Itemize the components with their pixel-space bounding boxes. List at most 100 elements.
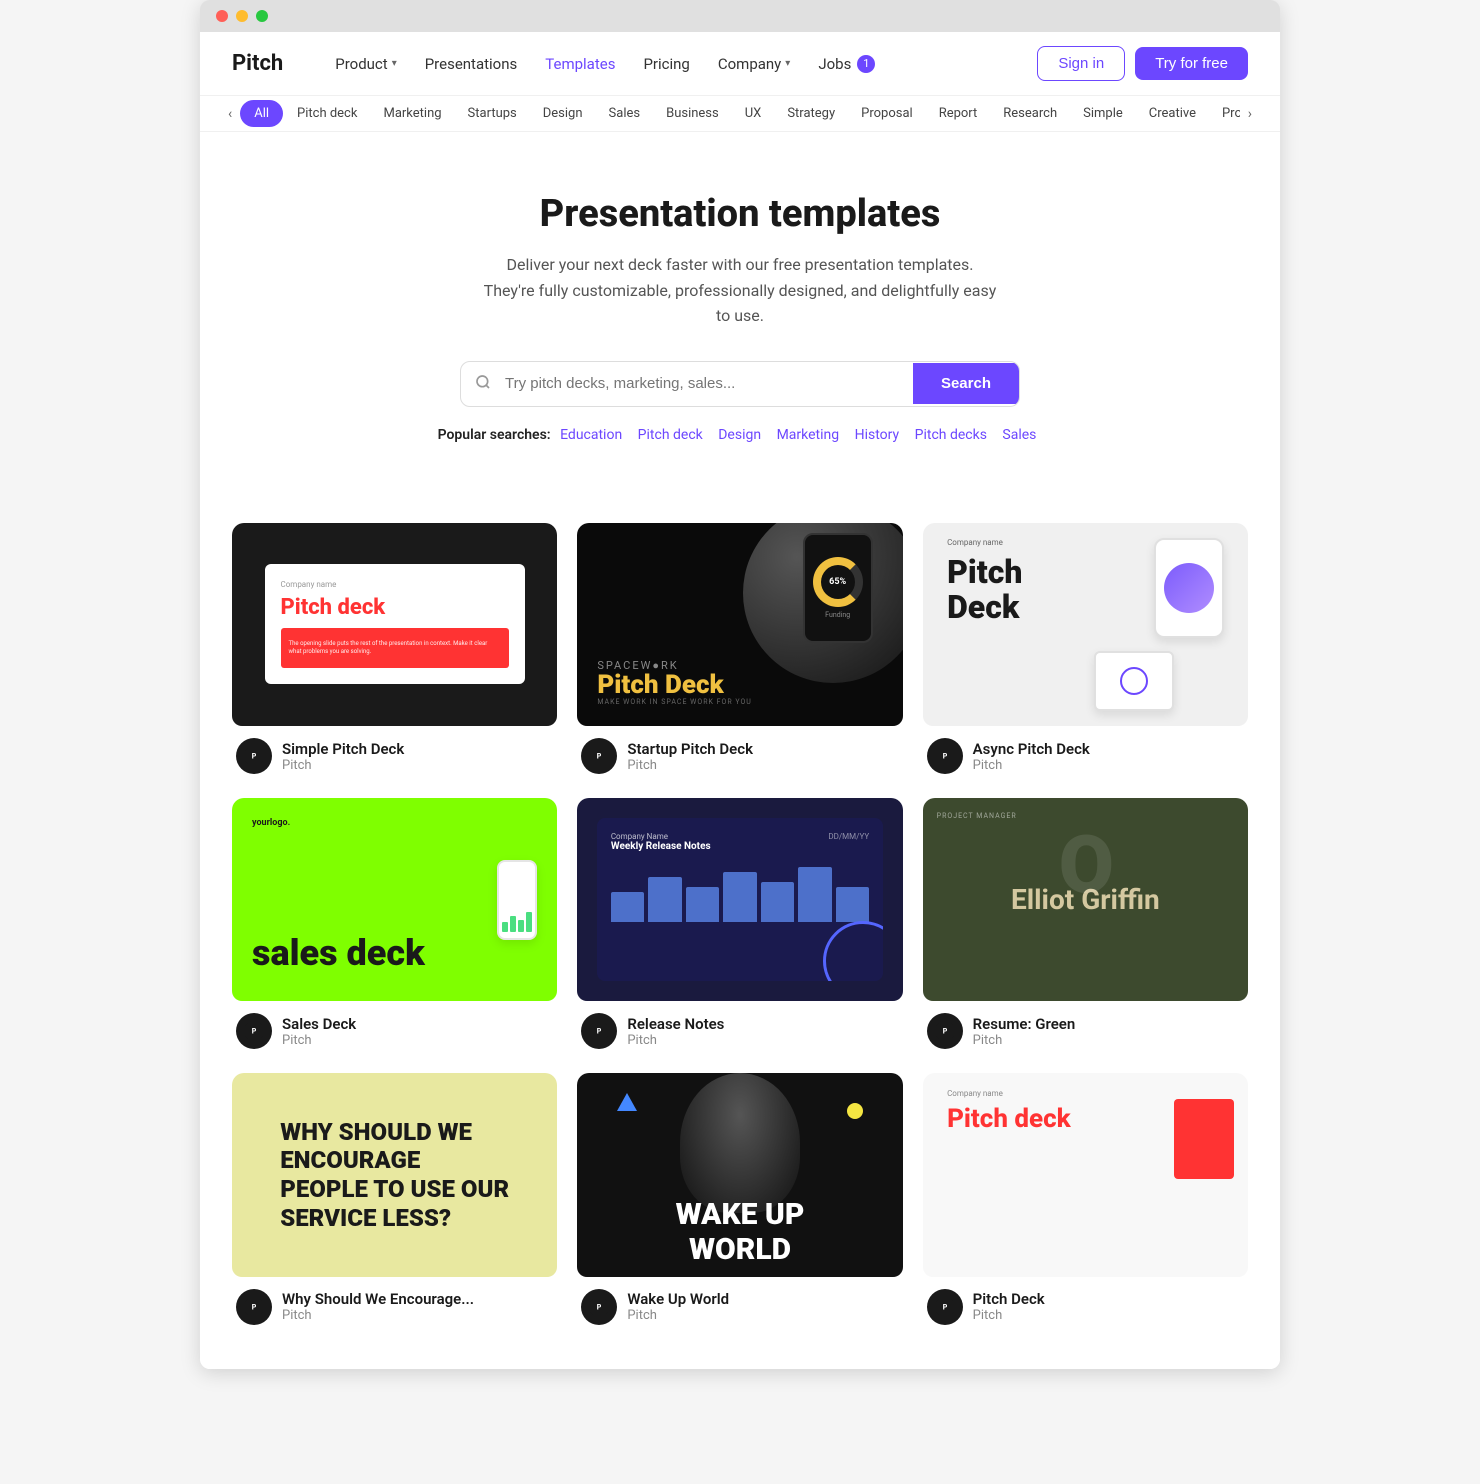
bar [836, 887, 869, 922]
nav-link-product[interactable]: Product ▾ [323, 47, 408, 81]
template-card-startup[interactable]: 65% Funding Spacew●rk Pitch Deck Make wo… [577, 523, 902, 778]
category-items: All Pitch deck Marketing Startups Design… [240, 96, 1240, 131]
thumb-phone [497, 860, 537, 940]
category-item-professional[interactable]: Professional [1210, 96, 1240, 131]
category-item-proposal[interactable]: Proposal [849, 96, 925, 131]
bar [723, 872, 756, 922]
template-name: Why Should We Encourage... [282, 1290, 474, 1308]
thumb-description: The opening slide puts the rest of the p… [289, 640, 501, 657]
nav-link-templates[interactable]: Templates [533, 47, 627, 81]
category-item-strategy[interactable]: Strategy [775, 96, 847, 131]
thumb-circle-decoration [823, 921, 883, 981]
popular-link-education[interactable]: Education [560, 427, 622, 443]
thumb-title: Pitch Deck [597, 672, 752, 698]
close-button-dot[interactable] [216, 10, 228, 22]
thumb-chart-bars [502, 912, 532, 932]
category-item-pitchdeck[interactable]: Pitch deck [285, 96, 369, 131]
template-thumbnail: Company name Pitch deck The opening slid… [232, 523, 557, 726]
svg-text:P: P [597, 753, 602, 761]
thumb-content: WAKE UPWORLD [577, 1073, 902, 1276]
category-item-ux[interactable]: UX [733, 96, 774, 131]
template-name: Release Notes [627, 1015, 724, 1033]
template-info: Wake Up World Pitch [627, 1290, 729, 1323]
prev-category-arrow[interactable]: ‹ [220, 98, 240, 130]
nav-links: Product ▾ Presentations Templates Pricin… [323, 47, 1037, 81]
thumb-red-box: The opening slide puts the rest of the p… [281, 628, 509, 668]
try-button[interactable]: Try for free [1135, 47, 1248, 80]
template-thumb-wrap: WAKE UPWORLD [577, 1073, 902, 1276]
category-item-marketing[interactable]: Marketing [371, 96, 453, 131]
category-item-simple[interactable]: Simple [1071, 96, 1135, 131]
nav-link-jobs[interactable]: Jobs 1 [806, 47, 887, 81]
template-author-avatar: P [236, 1013, 272, 1049]
template-info: Simple Pitch Deck Pitch [282, 740, 404, 773]
template-card-simple-pitch[interactable]: Company name Pitch deck The opening slid… [232, 523, 557, 778]
chevron-down-icon: ▾ [392, 58, 397, 69]
template-thumb-wrap: yourlogo. sales deck [232, 798, 557, 1001]
nav-link-pricing[interactable]: Pricing [631, 47, 701, 81]
bar [502, 922, 508, 932]
thumb-company: Company name [947, 1089, 1224, 1098]
search-input[interactable] [505, 375, 913, 392]
minimize-button-dot[interactable] [236, 10, 248, 22]
thumb-title: Weekly Release Notes [611, 841, 711, 852]
category-item-research[interactable]: Research [991, 96, 1069, 131]
thumb-bottom: Spacew●rk Pitch Deck Make work in space … [597, 659, 752, 706]
template-thumbnail: WAKE UPWORLD [577, 1073, 902, 1276]
popular-link-pitchdecks[interactable]: Pitch decks [915, 427, 987, 443]
template-card-pitch3[interactable]: Company name Pitch deck P Pit [923, 1073, 1248, 1328]
template-thumb-wrap: Company Name Weekly Release Notes DD/MM/… [577, 798, 902, 1001]
nav-actions: Sign in Try for free [1037, 46, 1248, 81]
thumb-phone [1154, 538, 1224, 638]
thumb-content: Company name Pitch deck [947, 1089, 1224, 1262]
template-card-release[interactable]: Company Name Weekly Release Notes DD/MM/… [577, 798, 902, 1053]
popular-link-design[interactable]: Design [718, 427, 761, 443]
template-info: Pitch Deck Pitch [973, 1290, 1045, 1323]
template-card-resume[interactable]: Project Manager O Elliot Griffin P [923, 798, 1248, 1053]
popular-link-pitchdeck[interactable]: Pitch deck [638, 427, 703, 443]
thumb-content: Company Name Weekly Release Notes DD/MM/… [597, 818, 883, 981]
popular-link-sales[interactable]: Sales [1002, 427, 1036, 443]
template-name: Startup Pitch Deck [627, 740, 753, 758]
thumb-content: yourlogo. sales deck [232, 798, 557, 1001]
popular-link-history[interactable]: History [855, 427, 900, 443]
search-button[interactable]: Search [913, 363, 1019, 404]
browser-toolbar [200, 0, 1280, 32]
template-thumbnail: Company name Pitch deck [923, 1073, 1248, 1276]
category-item-creative[interactable]: Creative [1137, 96, 1208, 131]
hero-title: Presentation templates [240, 192, 1240, 236]
next-category-arrow[interactable]: › [1240, 98, 1260, 130]
template-card-sales[interactable]: yourlogo. sales deck [232, 798, 557, 1053]
template-card-async[interactable]: Company name PitchDeck [923, 523, 1248, 778]
site-logo[interactable]: Pitch [232, 51, 283, 76]
thumb-sales-text: sales deck [252, 935, 425, 971]
thumb-content: Company name Pitch deck The opening slid… [265, 564, 525, 684]
category-item-startups[interactable]: Startups [456, 96, 529, 131]
category-item-business[interactable]: Business [654, 96, 731, 131]
signin-button[interactable]: Sign in [1037, 46, 1125, 81]
template-card-why[interactable]: WHY SHOULD WEENCOURAGEPEOPLE TO USE OURS… [232, 1073, 557, 1328]
hero-subtitle: Deliver your next deck faster with our f… [480, 252, 1000, 329]
svg-text:P: P [252, 753, 257, 761]
template-info: Release Notes Pitch [627, 1015, 724, 1048]
templates-grid: Company name Pitch deck The opening slid… [200, 483, 1280, 1369]
nav-link-presentations[interactable]: Presentations [413, 47, 530, 81]
category-item-report[interactable]: Report [927, 96, 990, 131]
template-thumbnail: Project Manager O Elliot Griffin [923, 798, 1248, 1001]
category-item-design[interactable]: Design [531, 96, 595, 131]
thumb-dot-decoration [847, 1103, 863, 1119]
category-item-all[interactable]: All [240, 100, 283, 127]
bar [510, 916, 516, 932]
template-card-wake[interactable]: WAKE UPWORLD P Wake Up World Pitch [577, 1073, 902, 1328]
template-author-avatar: P [927, 1289, 963, 1325]
svg-text:P: P [597, 1303, 602, 1311]
template-thumbnail: yourlogo. sales deck [232, 798, 557, 1001]
category-item-sales[interactable]: Sales [597, 96, 653, 131]
nav-link-company[interactable]: Company ▾ [706, 47, 802, 81]
popular-link-marketing[interactable]: Marketing [777, 427, 840, 443]
maximize-button-dot[interactable] [256, 10, 268, 22]
search-bar: Search [460, 361, 1020, 407]
template-meta: P Simple Pitch Deck Pitch [232, 726, 557, 778]
nav-label-jobs: Jobs [818, 55, 851, 73]
nav-label-templates: Templates [545, 55, 615, 73]
